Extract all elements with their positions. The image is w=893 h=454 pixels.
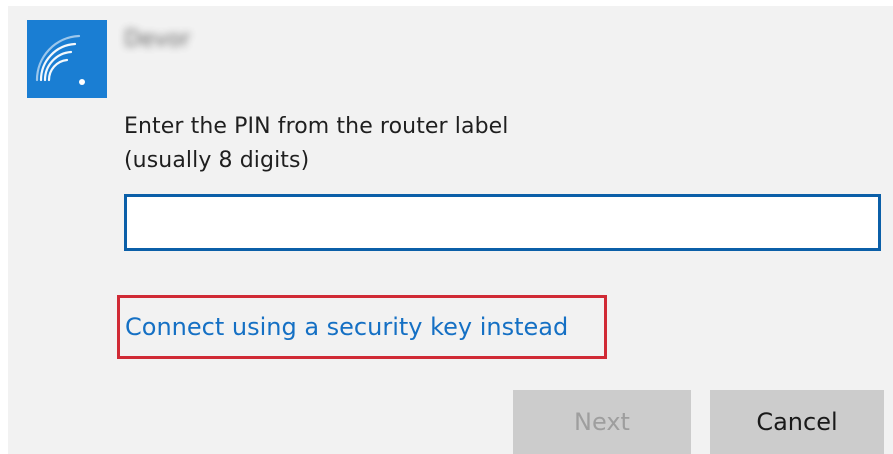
wifi-secure-icon <box>35 34 85 85</box>
next-button[interactable]: Next <box>513 390 691 454</box>
network-tile <box>27 20 107 98</box>
pin-instruction-line-2: (usually 8 digits) <box>124 148 310 173</box>
network-name: Devor <box>124 27 190 52</box>
pin-instruction-line-1: Enter the PIN from the router label <box>124 114 509 139</box>
cancel-button[interactable]: Cancel <box>710 390 884 454</box>
pin-input[interactable] <box>124 194 881 251</box>
use-security-key-link[interactable]: Connect using a security key instead <box>125 313 568 341</box>
pin-instruction: Enter the PIN from the router label (usu… <box>124 110 509 178</box>
